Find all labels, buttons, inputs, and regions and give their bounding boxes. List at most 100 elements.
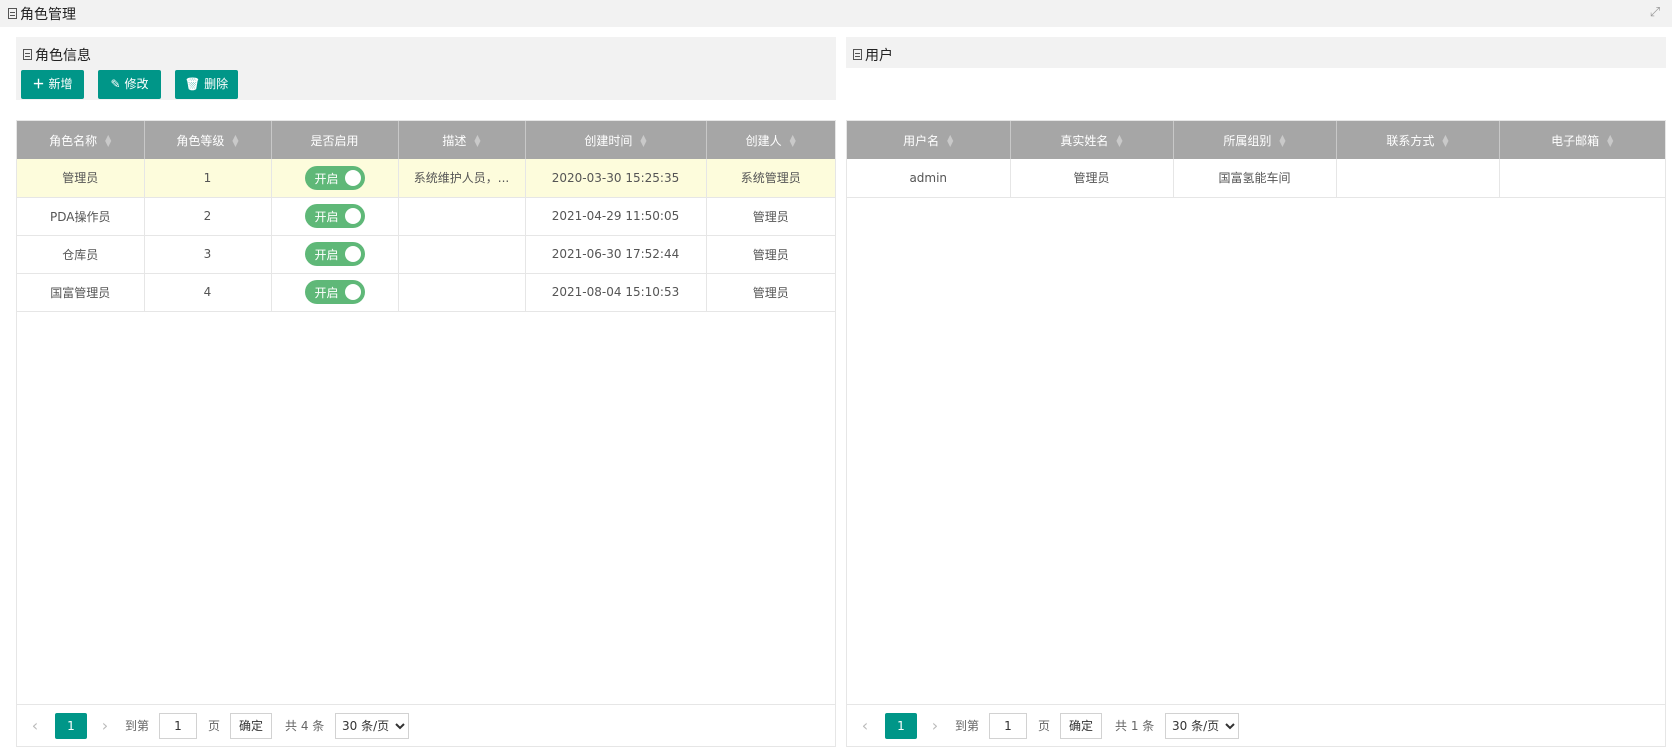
cell-role-level: 4 [144, 273, 272, 312]
column-header-description[interactable]: 描述 ▲ ▼ [398, 121, 526, 159]
column-header-real-name[interactable]: 真实姓名 ▲ ▼ [1010, 121, 1174, 159]
table-row[interactable]: 国富管理员 4 开启 2021-08-04 15:10:53 管理员 [17, 273, 835, 312]
roles-toolbar: ＋新增 ✎ 修改 🗑 删除 [16, 68, 836, 100]
enabled-toggle[interactable]: 开启 [304, 165, 365, 190]
cell-username: admin [847, 159, 1011, 198]
confirm-button[interactable]: 确定 [230, 713, 273, 739]
cell-enabled: 开启 [271, 235, 399, 274]
sort-icon[interactable]: ▲ ▼ [474, 134, 480, 148]
roles-pager: ‹ 1 › 到第 页 确定 共 4 条 30 条/页 [17, 704, 835, 746]
sort-icon[interactable]: ▲ ▼ [790, 134, 796, 148]
prev-page-icon[interactable]: ‹ [855, 713, 875, 739]
cell-enabled: 开启 [271, 273, 399, 312]
plus-icon: ＋ [32, 77, 45, 91]
users-panel-title: 用户 [853, 45, 893, 65]
users-table-header: 用户名 ▲ ▼ 真实姓名 ▲ ▼ 所属组别 ▲ ▼ 联系方式 ▲ ▼ 电子邮箱 ▲ ▼ [847, 121, 1665, 159]
column-header-username[interactable]: 用户名 ▲ ▼ [847, 121, 1011, 159]
cell-enabled: 开启 [271, 159, 399, 198]
cell-role-level: 3 [144, 235, 272, 274]
roles-panel-header: 角色信息 [16, 37, 836, 68]
cell-contact [1336, 159, 1500, 198]
enabled-toggle[interactable]: 开启 [304, 242, 365, 266]
cell-role-name: 管理员 [17, 159, 145, 198]
page-unit-label: 页 [208, 719, 221, 733]
cell-role-name: 仓库员 [17, 235, 145, 274]
sort-icon[interactable]: ▲ ▼ [1279, 134, 1285, 148]
sort-icon[interactable]: ▲ ▼ [1607, 134, 1613, 148]
page-size-select[interactable]: 30 条/页 [1165, 713, 1239, 739]
column-header-role-level[interactable]: 角色等级 ▲ ▼ [144, 121, 272, 159]
next-page-icon[interactable]: › [925, 713, 945, 739]
add-button[interactable]: ＋新增 [21, 70, 84, 99]
sort-icon[interactable]: ▲ ▼ [1116, 134, 1122, 148]
users-panel-header: 用户 [846, 37, 1666, 68]
edit-button[interactable]: ✎ 修改 [98, 70, 161, 99]
cell-email [1499, 159, 1665, 198]
page-size-select[interactable]: 30 条/页 [335, 713, 409, 739]
document-icon [23, 49, 32, 60]
users-pager: ‹ 1 › 到第 页 确定 共 1 条 30 条/页 [847, 704, 1665, 746]
column-header-creator[interactable]: 创建人 ▲ ▼ [706, 121, 835, 159]
cell-real-name: 管理员 [1010, 159, 1174, 198]
next-page-icon[interactable]: › [95, 713, 115, 739]
sort-icon[interactable]: ▲ ▼ [105, 134, 111, 148]
cell-creator: 管理员 [706, 235, 835, 274]
users-table: 用户名 ▲ ▼ 真实姓名 ▲ ▼ 所属组别 ▲ ▼ 联系方式 ▲ ▼ 电子邮箱 ▲ ▼ admin … [847, 121, 1665, 198]
document-icon [8, 8, 17, 19]
prev-page-icon[interactable]: ‹ [25, 713, 45, 739]
cell-role-name: 国富管理员 [17, 273, 145, 312]
goto-label: 到第 [955, 719, 980, 733]
enabled-toggle[interactable]: 开启 [304, 280, 365, 304]
page-title-text: 角色管理 [20, 7, 76, 23]
cell-role-name: PDA操作员 [17, 197, 145, 236]
total-count: 共 4 条 [285, 719, 325, 733]
roles-table: 角色名称 ▲ ▼ 角色等级 ▲ ▼ 是否启用 描述 ▲ ▼ 创建时间 ▲ ▼ 创建人 ▲ ▼ 管理员… [17, 121, 835, 312]
column-header-contact[interactable]: 联系方式 ▲ ▼ [1336, 121, 1500, 159]
total-count: 共 1 条 [1115, 719, 1155, 733]
roles-table-container: 角色名称 ▲ ▼ 角色等级 ▲ ▼ 是否启用 描述 ▲ ▼ 创建时间 ▲ ▼ 创建人 ▲ ▼ 管理员… [16, 120, 836, 747]
roles-panel-title: 角色信息 [23, 45, 91, 65]
confirm-button[interactable]: 确定 [1060, 713, 1103, 739]
cell-description: 系统维护人员，... [398, 159, 526, 198]
page-title: 角色管理 [8, 4, 76, 24]
table-row[interactable]: admin 管理员 国富氢能车间 [847, 159, 1665, 198]
cell-created-time: 2021-04-29 11:50:05 [525, 197, 707, 236]
sort-icon[interactable]: ▲ ▼ [1442, 134, 1448, 148]
sort-icon[interactable]: ▲ ▼ [947, 134, 953, 148]
users-table-container: 用户名 ▲ ▼ 真实姓名 ▲ ▼ 所属组别 ▲ ▼ 联系方式 ▲ ▼ 电子邮箱 ▲ ▼ admin … [846, 120, 1666, 747]
page-number-current[interactable]: 1 [55, 713, 87, 739]
trash-icon: 🗑 [184, 77, 201, 91]
pencil-icon: ✎ [110, 77, 121, 91]
column-header-email[interactable]: 电子邮箱 ▲ ▼ [1499, 121, 1665, 159]
table-row[interactable]: PDA操作员 2 开启 2021-04-29 11:50:05 管理员 [17, 197, 835, 236]
delete-button-label: 删除 [204, 77, 229, 91]
document-icon [853, 49, 862, 60]
fullscreen-icon[interactable]: ⤢ [1648, 6, 1662, 20]
column-header-group[interactable]: 所属组别 ▲ ▼ [1173, 121, 1337, 159]
table-row[interactable]: 仓库员 3 开启 2021-06-30 17:52:44 管理员 [17, 235, 835, 274]
sort-icon[interactable]: ▲ ▼ [232, 134, 238, 148]
delete-button[interactable]: 🗑 删除 [175, 70, 238, 99]
column-header-role-name[interactable]: 角色名称 ▲ ▼ [17, 121, 145, 159]
cell-creator: 系统管理员 [706, 159, 835, 198]
cell-creator: 管理员 [706, 197, 835, 236]
column-header-created-time[interactable]: 创建时间 ▲ ▼ [525, 121, 707, 159]
roles-table-header: 角色名称 ▲ ▼ 角色等级 ▲ ▼ 是否启用 描述 ▲ ▼ 创建时间 ▲ ▼ 创建人 ▲ ▼ [17, 121, 835, 159]
page-number-input[interactable] [159, 713, 197, 739]
table-row[interactable]: 管理员 1 开启 系统维护人员，... 2020-03-30 15:25:35 … [17, 159, 835, 198]
cell-group: 国富氢能车间 [1173, 159, 1337, 198]
cell-description [398, 273, 526, 312]
cell-creator: 管理员 [706, 273, 835, 312]
cell-created-time: 2021-06-30 17:52:44 [525, 235, 707, 274]
page-unit-label: 页 [1038, 719, 1051, 733]
page-number-current[interactable]: 1 [885, 713, 917, 739]
add-button-label: 新增 [48, 77, 73, 91]
page-number-input[interactable] [989, 713, 1027, 739]
cell-description [398, 197, 526, 236]
sort-icon[interactable]: ▲ ▼ [640, 134, 646, 148]
cell-enabled: 开启 [271, 197, 399, 236]
users-panel-title-text: 用户 [865, 48, 893, 64]
enabled-toggle[interactable]: 开启 [304, 204, 365, 228]
roles-panel-title-text: 角色信息 [35, 48, 91, 64]
column-header-enabled: 是否启用 [271, 121, 399, 159]
